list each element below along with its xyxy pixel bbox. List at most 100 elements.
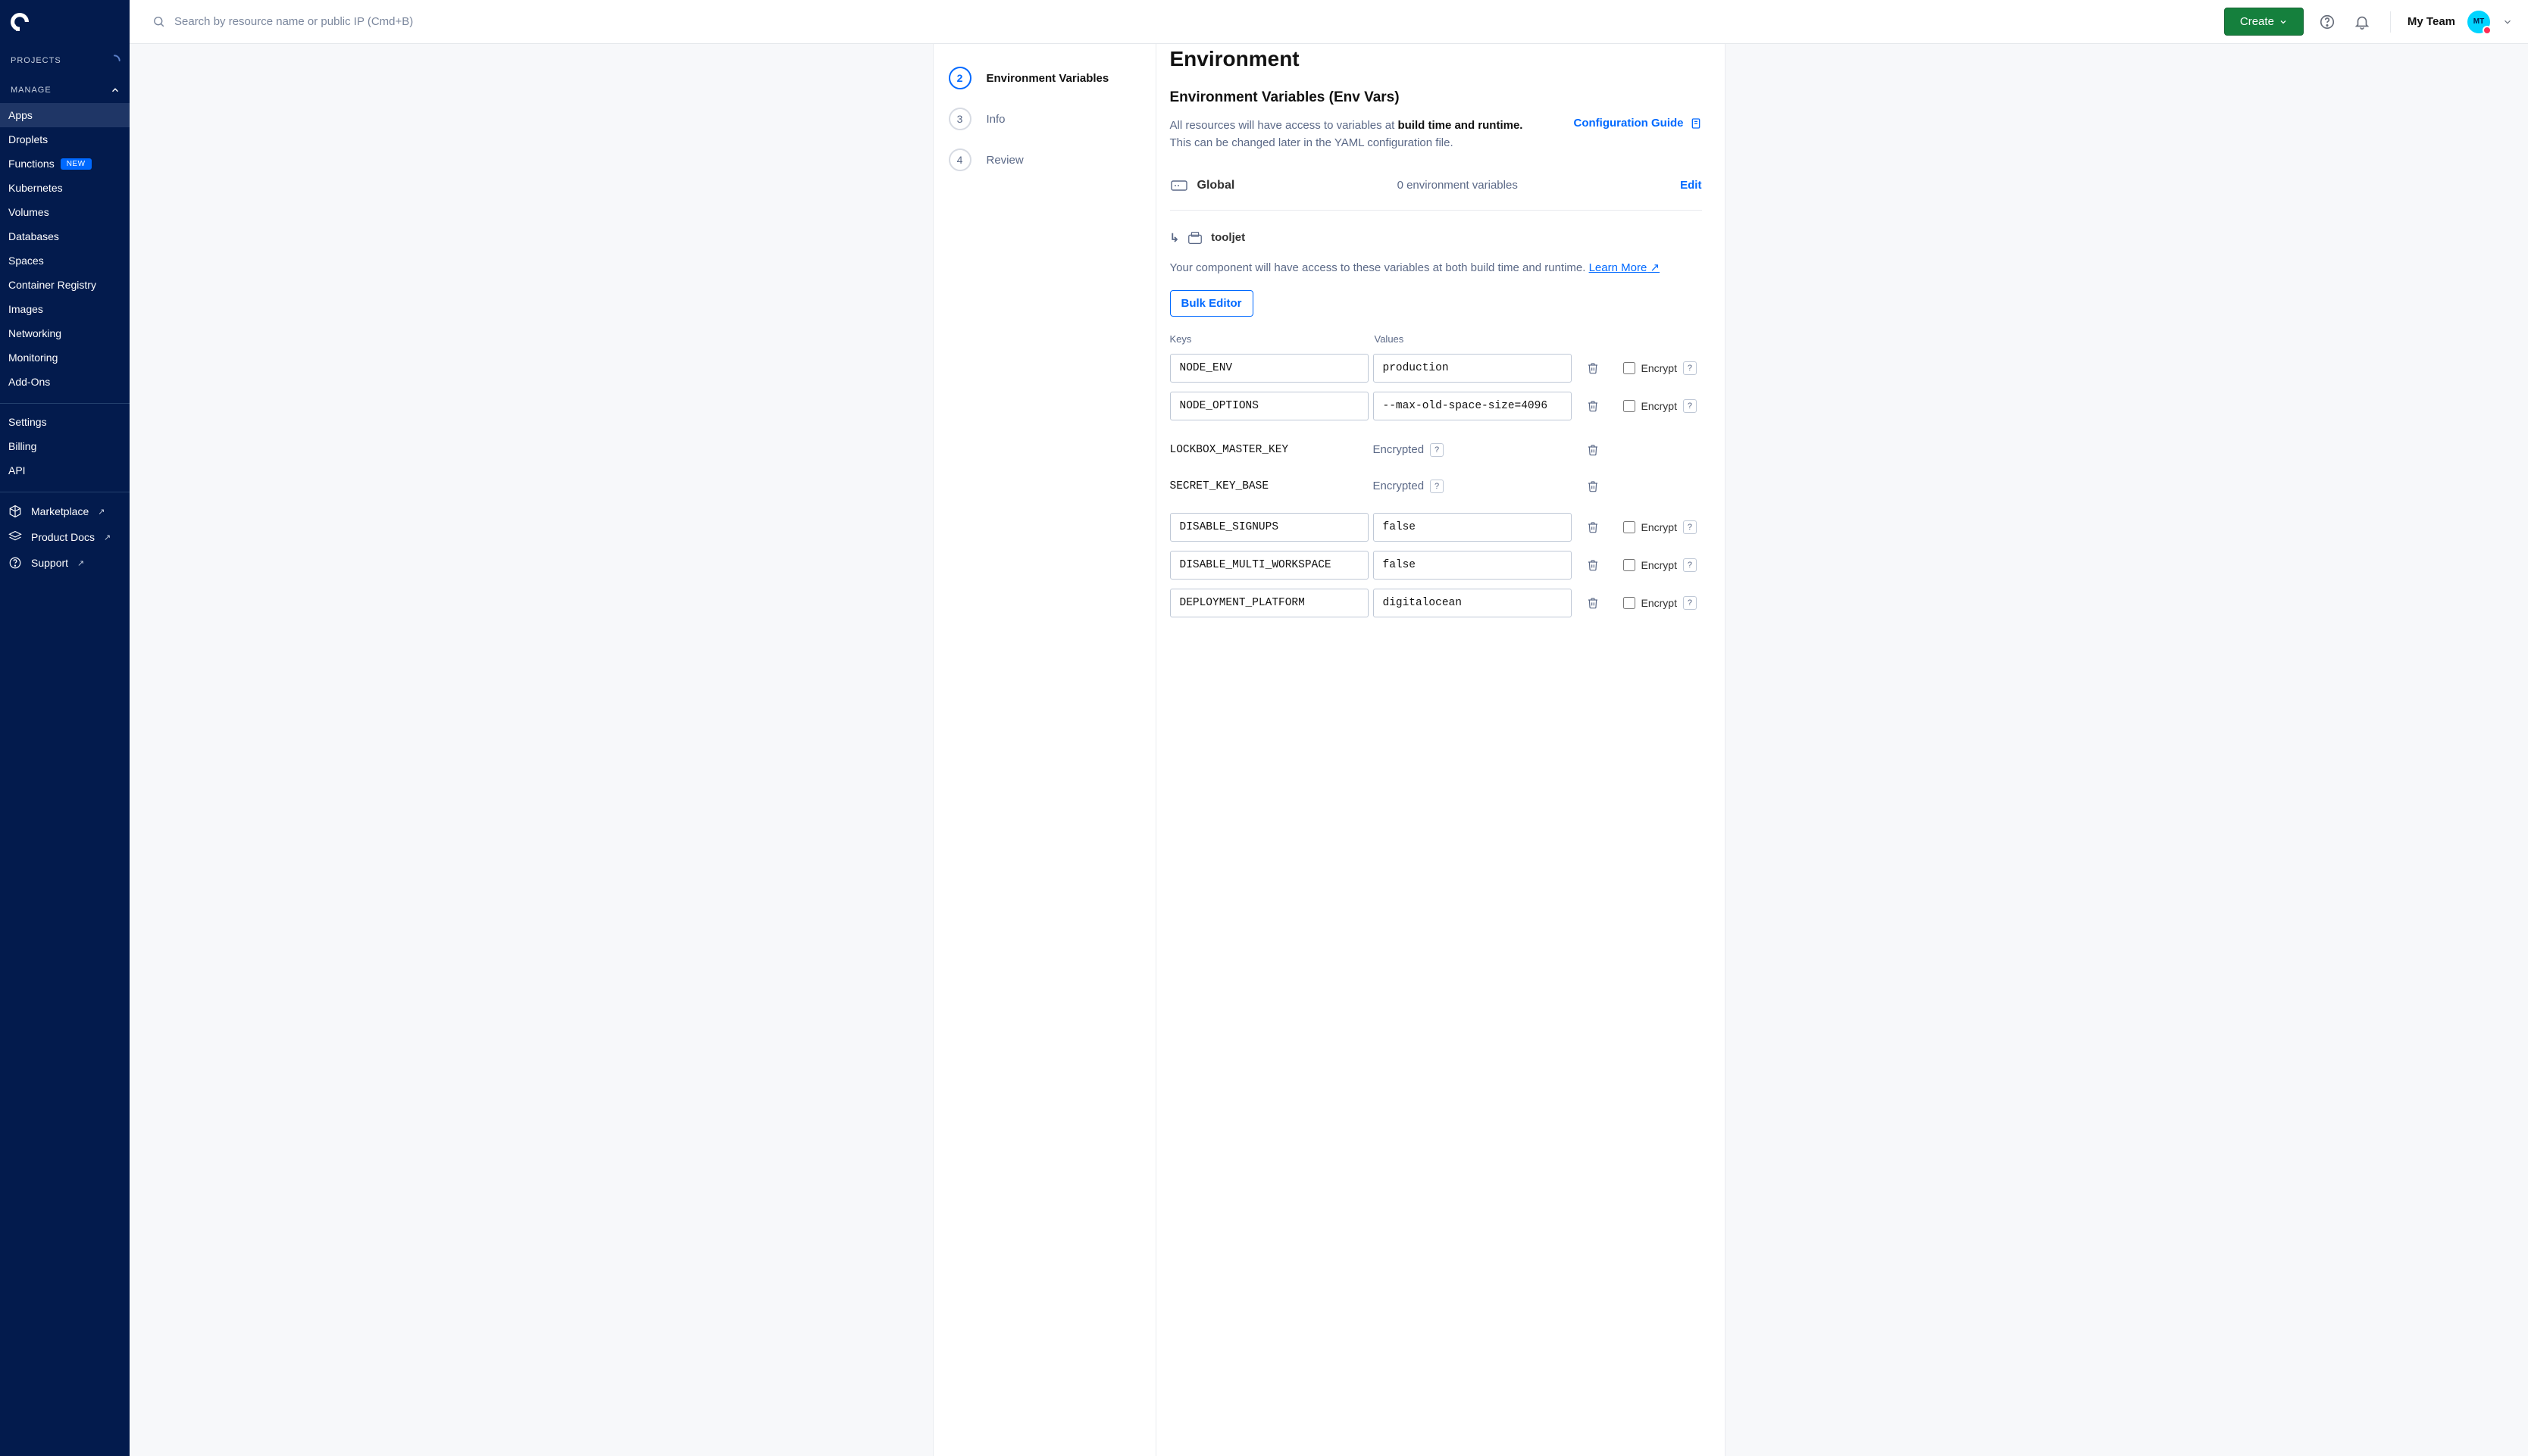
manage-header[interactable]: MANAGE: [0, 74, 130, 103]
encrypt-label: Encrypt: [1641, 362, 1677, 374]
sidebar-item-settings[interactable]: Settings: [0, 410, 130, 434]
component-help: Your component will have access to these…: [1170, 259, 1702, 277]
sidebar-item-networking[interactable]: Networking: [0, 321, 130, 345]
sidebar-item-support[interactable]: Support ↗: [0, 550, 130, 576]
help-badge-icon[interactable]: ?: [1430, 480, 1444, 493]
sidebar-item-addons[interactable]: Add-Ons: [0, 370, 130, 394]
delete-icon[interactable]: [1587, 596, 1599, 610]
notification-dot: [2483, 26, 2492, 35]
desc-text: All resources will have access to variab…: [1170, 119, 1398, 132]
encrypted-text: Encrypted: [1373, 480, 1425, 492]
encrypt-checkbox[interactable]: [1623, 559, 1635, 571]
sidebar-item-monitoring[interactable]: Monitoring: [0, 345, 130, 370]
wizard-step-info[interactable]: 3 Info: [949, 98, 1140, 139]
encrypt-label: Encrypt: [1641, 521, 1677, 533]
env-key-input[interactable]: [1170, 589, 1369, 617]
logo[interactable]: [0, 0, 130, 44]
edit-link[interactable]: Edit: [1680, 179, 1701, 192]
sidebar-item-spaces[interactable]: Spaces: [0, 248, 130, 273]
delete-icon[interactable]: [1587, 443, 1599, 457]
help-badge-icon[interactable]: ?: [1430, 443, 1444, 457]
encrypt-option[interactable]: Encrypt ?: [1623, 558, 1697, 572]
bell-icon[interactable]: [2351, 11, 2373, 33]
encrypt-option[interactable]: Encrypt ?: [1623, 399, 1697, 413]
learn-more-link[interactable]: Learn More ↗: [1589, 261, 1660, 274]
sidebar-item-functions[interactable]: Functions NEW: [0, 152, 130, 176]
divider: [2390, 11, 2391, 33]
sidebar-item-databases[interactable]: Databases: [0, 224, 130, 248]
sidebar-item-droplets[interactable]: Droplets: [0, 127, 130, 152]
search-icon: [152, 15, 165, 28]
sidebar-item-label: Volumes: [8, 206, 49, 218]
sidebar-item-apps[interactable]: Apps: [0, 103, 130, 127]
config-guide-label: Configuration Guide: [1574, 117, 1684, 130]
wizard-step-review[interactable]: 4 Review: [949, 139, 1140, 180]
step-number: 3: [949, 108, 971, 130]
env-value-input[interactable]: [1373, 392, 1572, 420]
env-value-input[interactable]: [1373, 589, 1572, 617]
env-row: Encrypt ?: [1170, 589, 1702, 617]
sidebar-item-kubernetes[interactable]: Kubernetes: [0, 176, 130, 200]
encrypt-option[interactable]: Encrypt ?: [1623, 596, 1697, 610]
learn-more-label: Learn More: [1589, 261, 1647, 274]
create-button[interactable]: Create: [2224, 8, 2304, 36]
doc-icon: [1690, 117, 1702, 130]
projects-label: PROJECTS: [11, 56, 61, 65]
env-key-input[interactable]: [1170, 354, 1369, 383]
sidebar-item-images[interactable]: Images: [0, 297, 130, 321]
sidebar-item-container-registry[interactable]: Container Registry: [0, 273, 130, 297]
env-value-input[interactable]: [1373, 513, 1572, 542]
sidebar-item-label: Droplets: [8, 133, 48, 145]
sidebar-item-marketplace[interactable]: Marketplace ↗: [0, 498, 130, 524]
sidebar-item-api[interactable]: API: [0, 458, 130, 483]
env-value-input[interactable]: [1373, 551, 1572, 580]
avatar[interactable]: MT: [2467, 11, 2490, 33]
encrypt-checkbox[interactable]: [1623, 597, 1635, 609]
help-badge-icon[interactable]: ?: [1683, 558, 1697, 572]
wizard-step-env-vars[interactable]: 2 Environment Variables: [949, 58, 1140, 98]
team-label[interactable]: My Team: [2408, 15, 2455, 28]
sidebar: PROJECTS MANAGE Apps Droplets Functions …: [0, 0, 130, 1456]
sidebar-item-label: Apps: [8, 109, 33, 121]
step-number: 2: [949, 67, 971, 89]
help-badge-icon[interactable]: ?: [1683, 596, 1697, 610]
chevron-down-icon[interactable]: [2502, 17, 2513, 27]
env-key-input[interactable]: [1170, 392, 1369, 420]
bulk-editor-button[interactable]: Bulk Editor: [1170, 290, 1253, 317]
panel: 2 Environment Variables 3 Info 4 Review …: [933, 44, 1725, 1456]
sidebar-item-volumes[interactable]: Volumes: [0, 200, 130, 224]
help-badge-icon[interactable]: ?: [1683, 399, 1697, 413]
delete-icon[interactable]: [1587, 361, 1599, 375]
step-label: Environment Variables: [987, 72, 1109, 85]
encrypt-option[interactable]: Encrypt ?: [1623, 361, 1697, 375]
help-icon[interactable]: [2316, 11, 2339, 33]
env-key-static: LOCKBOX_MASTER_KEY: [1170, 444, 1373, 456]
help-badge-icon[interactable]: ?: [1683, 361, 1697, 375]
step-label: Review: [987, 154, 1024, 167]
configuration-guide-link[interactable]: Configuration Guide: [1574, 117, 1702, 130]
section-title: Environment Variables (Env Vars): [1170, 89, 1702, 106]
encrypt-option[interactable]: Encrypt ?: [1623, 520, 1697, 534]
delete-icon[interactable]: [1587, 399, 1599, 413]
encrypt-checkbox[interactable]: [1623, 521, 1635, 533]
help-badge-icon[interactable]: ?: [1683, 520, 1697, 534]
encrypt-checkbox[interactable]: [1623, 400, 1635, 412]
detail-panel: Environment Environment Variables (Env V…: [1156, 44, 1725, 1456]
env-key-input[interactable]: [1170, 513, 1369, 542]
sidebar-item-billing[interactable]: Billing: [0, 434, 130, 458]
env-headers: Keys Values: [1170, 333, 1702, 345]
delete-icon[interactable]: [1587, 480, 1599, 493]
delete-icon[interactable]: [1587, 558, 1599, 572]
projects-header[interactable]: PROJECTS: [0, 44, 130, 74]
component-name: tooljet: [1211, 231, 1245, 244]
description: All resources will have access to variab…: [1170, 117, 1523, 152]
encrypt-checkbox[interactable]: [1623, 362, 1635, 374]
delete-icon[interactable]: [1587, 520, 1599, 534]
sidebar-item-product-docs[interactable]: Product Docs ↗: [0, 524, 130, 550]
env-value-input[interactable]: [1373, 354, 1572, 383]
search-input[interactable]: [174, 15, 493, 28]
sidebar-item-label: API: [8, 464, 26, 476]
env-key-input[interactable]: [1170, 551, 1369, 580]
sidebar-item-label: Support: [31, 557, 68, 569]
env-row: Encrypt ?: [1170, 392, 1702, 420]
